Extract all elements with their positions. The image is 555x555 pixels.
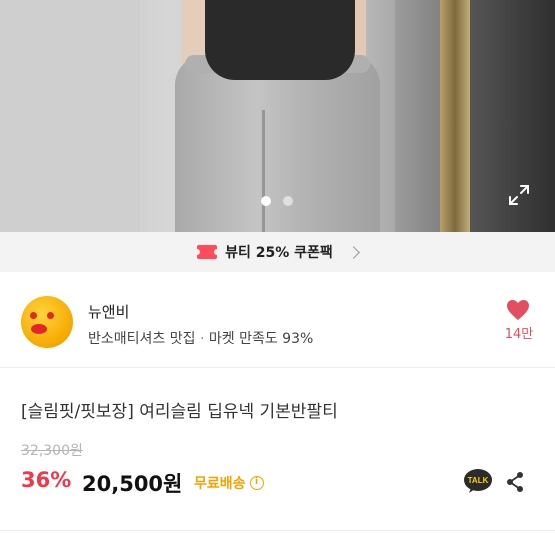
seller-meta: 반소매티셔츠 맛집 · 마켓 만족도 93% — [88, 328, 313, 348]
gallery-dot[interactable] — [283, 196, 293, 206]
heart-icon[interactable] — [506, 299, 530, 321]
image-background — [0, 0, 140, 232]
section-divider — [0, 530, 555, 531]
seller-avatar[interactable] — [21, 296, 73, 348]
avatar-eye — [30, 312, 37, 319]
image-model — [205, 0, 355, 80]
talk-label: TALK — [468, 476, 489, 485]
seller-name[interactable]: 뉴앤비 — [88, 301, 129, 322]
image-model — [262, 110, 265, 232]
gallery-dot-active[interactable] — [261, 196, 271, 206]
kakao-talk-icon[interactable]: TALK — [463, 468, 493, 494]
free-shipping-label: 무료배송 — [194, 476, 246, 492]
market-satisfaction: 마켓 만족도 93% — [208, 331, 314, 347]
free-shipping[interactable]: 무료배송 i — [194, 473, 264, 493]
discount-rate: 36% — [21, 468, 72, 492]
image-background — [440, 0, 470, 232]
coupon-ticket-icon — [194, 245, 221, 259]
meta-separator: · — [199, 331, 205, 347]
avatar-eye — [47, 312, 54, 319]
product-image[interactable] — [0, 0, 555, 232]
seller-row[interactable]: 뉴앤비 반소매티셔츠 맛집 · 마켓 만족도 93% — [0, 272, 555, 368]
info-icon[interactable]: i — [249, 476, 264, 490]
gallery-pagination — [261, 196, 293, 206]
chevron-right-icon — [346, 245, 360, 259]
avatar-lips — [31, 324, 47, 334]
share-icon[interactable] — [505, 471, 525, 493]
like-count: 14만 — [504, 327, 534, 342]
seller-tagline: 반소매티셔츠 맛집 — [88, 331, 196, 347]
expand-icon[interactable] — [508, 184, 530, 206]
coupon-label: 뷰티 25% 쿠폰팩 — [225, 245, 333, 261]
original-price: 32,300원 — [21, 443, 83, 459]
coupon-banner[interactable]: 뷰티 25% 쿠폰팩 — [0, 232, 555, 272]
product-title: [슬림핏/핏보장] 여리슬림 딥유넥 기본반팔티 — [21, 402, 338, 422]
sale-price: 20,500원 — [82, 472, 183, 496]
